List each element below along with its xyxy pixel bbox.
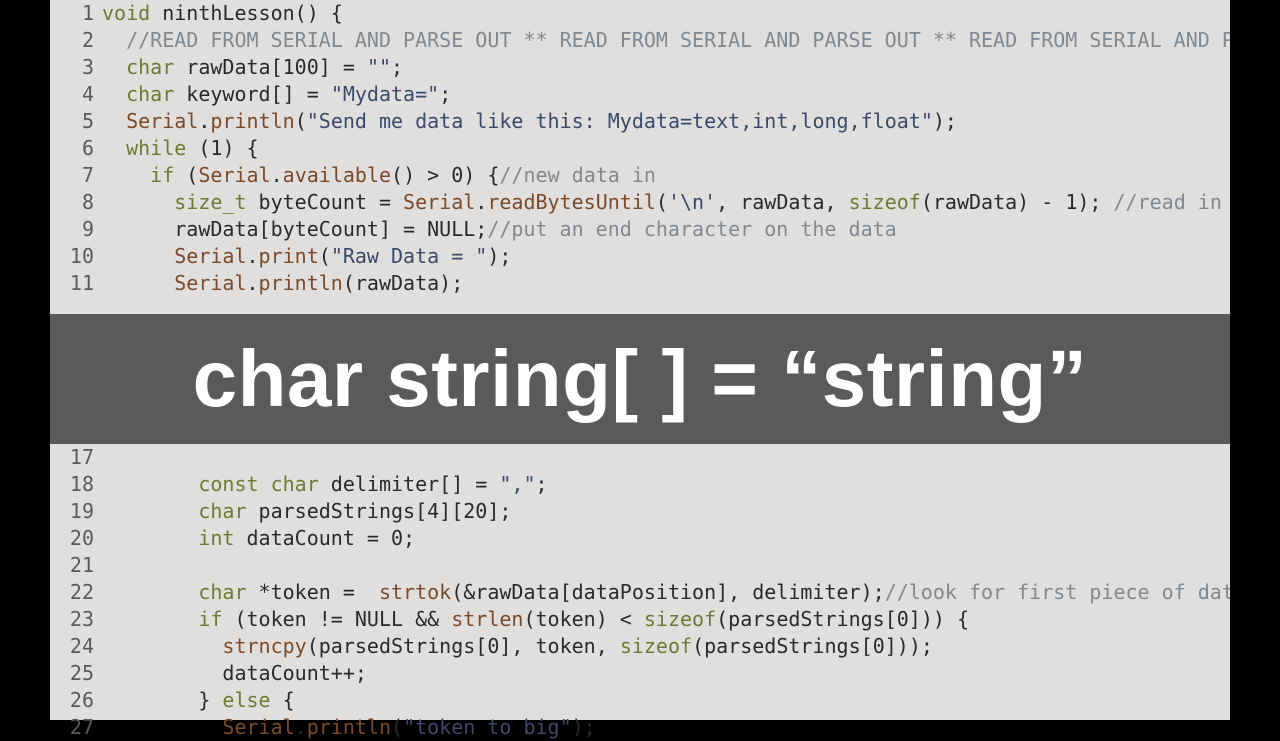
code-text: if (token != NULL && strlen(token) < siz…: [102, 606, 1230, 633]
code-text: char keyword[] = "Mydata=";: [102, 81, 1230, 108]
code-line: 26 } else {: [50, 687, 1230, 714]
line-number: 6: [50, 135, 102, 162]
code-line: 24 strncpy(parsedStrings[0], token, size…: [50, 633, 1230, 660]
code-text: rawData[byteCount] = NULL;//put an end c…: [102, 216, 1230, 243]
code-line: 2 //READ FROM SERIAL AND PARSE OUT ** RE…: [50, 27, 1230, 54]
line-number: 17: [50, 444, 102, 471]
code-text: void ninthLesson() {: [102, 0, 1230, 27]
code-text: //READ FROM SERIAL AND PARSE OUT ** READ…: [102, 27, 1230, 54]
code-line: 11 Serial.println(rawData);: [50, 270, 1230, 297]
code-text: strncpy(parsedStrings[0], token, sizeof(…: [102, 633, 1230, 660]
line-number: 25: [50, 660, 102, 687]
line-number: 5: [50, 108, 102, 135]
code-text: int dataCount = 0;: [102, 525, 1230, 552]
code-line: 6 while (1) {: [50, 135, 1230, 162]
line-number: 24: [50, 633, 102, 660]
code-text: while (1) {: [102, 135, 1230, 162]
code-line: 1void ninthLesson() {: [50, 0, 1230, 27]
line-number: 11: [50, 270, 102, 297]
line-number: 1: [50, 0, 102, 27]
line-number: 3: [50, 54, 102, 81]
line-number: 27: [50, 714, 102, 741]
code-text: Serial.println(rawData);: [102, 270, 1230, 297]
code-line: 21: [50, 552, 1230, 579]
line-number: 9: [50, 216, 102, 243]
code-text: size_t byteCount = Serial.readBytesUntil…: [102, 189, 1230, 216]
line-number: 7: [50, 162, 102, 189]
code-text: [102, 552, 1230, 579]
code-line: 7 if (Serial.available() > 0) {//new dat…: [50, 162, 1230, 189]
code-line: 22 char *token = strtok(&rawData[dataPos…: [50, 579, 1230, 606]
code-line: 4 char keyword[] = "Mydata=";: [50, 81, 1230, 108]
code-line: 20 int dataCount = 0;: [50, 525, 1230, 552]
code-line: 9 rawData[byteCount] = NULL;//put an end…: [50, 216, 1230, 243]
code-line: 19 char parsedStrings[4][20];: [50, 498, 1230, 525]
code-line: 25 dataCount++;: [50, 660, 1230, 687]
code-line: 8 size_t byteCount = Serial.readBytesUnt…: [50, 189, 1230, 216]
code-text: if (Serial.available() > 0) {//new data …: [102, 162, 1230, 189]
code-text: char *token = strtok(&rawData[dataPositi…: [102, 579, 1230, 606]
code-text: } else {: [102, 687, 1230, 714]
code-text: char parsedStrings[4][20];: [102, 498, 1230, 525]
line-number: 20: [50, 525, 102, 552]
overlay-text: char string[ ] = “string”: [193, 333, 1088, 425]
code-text: Serial.println("Send me data like this: …: [102, 108, 1230, 135]
code-text: [102, 444, 1230, 471]
code-text: Serial.println("token to big");: [102, 714, 1230, 741]
code-line: 10 Serial.print("Raw Data = ");: [50, 243, 1230, 270]
line-number: 4: [50, 81, 102, 108]
code-text: dataCount++;: [102, 660, 1230, 687]
line-number: 22: [50, 579, 102, 606]
code-block-top: 1void ninthLesson() {2 //READ FROM SERIA…: [50, 0, 1230, 297]
code-block-bottom: 1718 const char delimiter[] = ",";19 cha…: [50, 444, 1230, 741]
code-text: Serial.print("Raw Data = ");: [102, 243, 1230, 270]
line-number: 23: [50, 606, 102, 633]
line-number: 19: [50, 498, 102, 525]
line-number: 21: [50, 552, 102, 579]
code-text: const char delimiter[] = ",";: [102, 471, 1230, 498]
line-number: 10: [50, 243, 102, 270]
line-number: 26: [50, 687, 102, 714]
line-number: 18: [50, 471, 102, 498]
code-text: char rawData[100] = "";: [102, 54, 1230, 81]
title-overlay: char string[ ] = “string”: [50, 314, 1230, 444]
code-line: 18 const char delimiter[] = ",";: [50, 471, 1230, 498]
code-line: 27 Serial.println("token to big");: [50, 714, 1230, 741]
line-number: 2: [50, 27, 102, 54]
line-number: 8: [50, 189, 102, 216]
code-line: 5 Serial.println("Send me data like this…: [50, 108, 1230, 135]
code-line: 3 char rawData[100] = "";: [50, 54, 1230, 81]
code-line: 23 if (token != NULL && strlen(token) < …: [50, 606, 1230, 633]
code-line: 17: [50, 444, 1230, 471]
